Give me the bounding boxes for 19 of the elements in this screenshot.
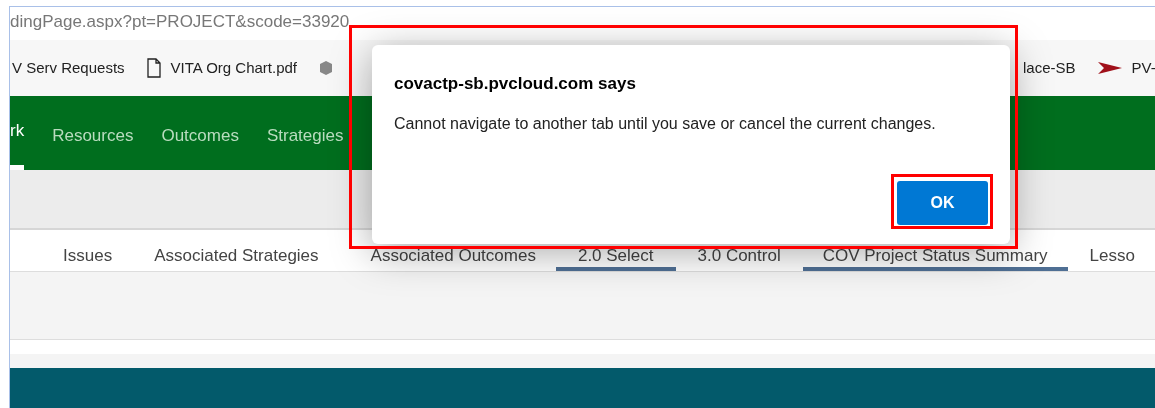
- bookmark-link[interactable]: VITA Org Chart.pdf: [170, 56, 297, 80]
- document-icon: [146, 58, 161, 78]
- bookmark-link[interactable]: V Serv Requests: [12, 56, 125, 80]
- arrow-icon: [1097, 62, 1122, 74]
- bookmark-link[interactable]: lace-SB: [1023, 56, 1076, 80]
- cube-icon: [319, 60, 333, 76]
- dialog-message: Cannot navigate to another tab until you save or cancel the current changes.: [394, 113, 937, 134]
- tab[interactable]: Issues: [53, 246, 123, 271]
- tab[interactable]: Associated Outcomes: [350, 246, 556, 271]
- nav-tab[interactable]: Resources: [52, 114, 134, 170]
- tab[interactable]: 3.0 Control: [675, 246, 803, 271]
- tab[interactable]: Lesso: [1067, 246, 1155, 271]
- nav-tab[interactable]: Outcomes: [161, 114, 239, 170]
- dialog-title: covactp-sb.pvcloud.com says: [394, 73, 637, 95]
- bookmark-link[interactable]: PV-: [1131, 56, 1155, 80]
- url-text: dingPage.aspx?pt=PROJECT&scode=33920: [10, 11, 350, 34]
- ok-button[interactable]: OK: [897, 181, 988, 225]
- tab[interactable]: Associated Strategies: [122, 246, 351, 271]
- nav-tab[interactable]: Strategies: [266, 114, 344, 170]
